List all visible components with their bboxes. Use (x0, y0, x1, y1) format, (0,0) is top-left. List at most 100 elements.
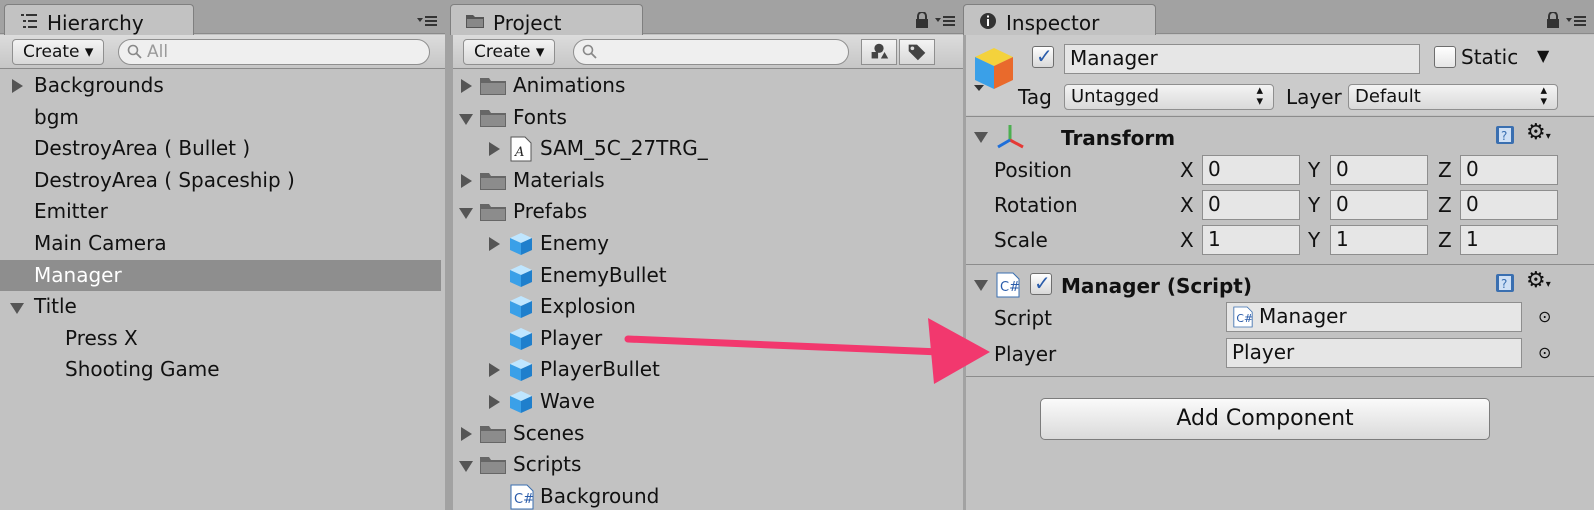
search-by-type-button[interactable] (861, 39, 897, 65)
tag-dropdown[interactable]: Untagged ▴ ▾ (1064, 84, 1274, 110)
hierarchy-item-bgm[interactable]: bgm (0, 102, 445, 134)
position-x-field[interactable]: 0 (1202, 155, 1300, 185)
project-item-animations[interactable]: Animations (453, 70, 963, 102)
rotation-y-field[interactable]: 0 (1330, 190, 1428, 220)
panel-menu-icon[interactable] (1566, 12, 1586, 28)
project-item-label: Fonts (513, 104, 567, 129)
hierarchy-item-destroyarea-bullet[interactable]: DestroyArea ( Bullet ) (0, 133, 445, 165)
object-picker-icon[interactable]: ⊙ (1538, 307, 1551, 326)
project-item-materials[interactable]: Materials (453, 165, 963, 197)
expand-arrow-icon[interactable] (489, 236, 500, 251)
tab-hierarchy[interactable]: Hierarchy (4, 4, 194, 35)
script-object-field[interactable]: C# Manager (1226, 302, 1522, 332)
svg-text:A: A (514, 145, 524, 160)
tag-label: Tag (1018, 85, 1052, 109)
static-checkbox[interactable] (1434, 46, 1456, 68)
rotation-x-field[interactable]: 0 (1202, 190, 1300, 220)
panel-menu-icon[interactable] (417, 12, 437, 28)
project-toolbar: Create ▾ (453, 35, 963, 69)
tab-project[interactable]: Project (450, 4, 643, 35)
layer-dropdown[interactable]: Default ▴ ▾ (1348, 84, 1558, 110)
project-create-button[interactable]: Create ▾ (463, 39, 556, 65)
axis-z-label: Z (1438, 228, 1452, 252)
search-icon (582, 44, 597, 59)
project-item-fonts[interactable]: Fonts (453, 102, 963, 134)
script-enabled-checkbox[interactable]: ✓ (1030, 271, 1052, 295)
project-item-explosion[interactable]: Explosion (453, 291, 963, 323)
expand-arrow-icon[interactable] (461, 79, 472, 93)
project-item-enemybullet[interactable]: EnemyBullet (453, 260, 963, 292)
panel-menu-icon[interactable] (935, 12, 955, 28)
checkmark-icon: ✓ (1036, 44, 1053, 68)
expand-arrow-icon[interactable] (489, 363, 500, 378)
project-item-scenes[interactable]: Scenes (453, 418, 963, 450)
project-item-enemy[interactable]: Enemy (453, 228, 963, 260)
hierarchy-item-backgrounds[interactable]: Backgrounds (0, 70, 445, 102)
hierarchy-item-shooting-game[interactable]: Shooting Game (0, 354, 445, 386)
player-object-field[interactable]: Player (1226, 338, 1522, 368)
rotation-x-value: 0 (1208, 192, 1221, 216)
help-book-icon[interactable]: ? (1494, 124, 1516, 146)
info-icon (980, 13, 996, 29)
axis-x-label: X (1180, 158, 1194, 182)
inspector-tabstrip: Inspector (963, 0, 1594, 35)
project-item-background-script[interactable]: C# Background (453, 481, 963, 510)
collapse-arrow-icon[interactable] (459, 208, 473, 220)
hierarchy-item-manager[interactable]: Manager (0, 259, 441, 292)
gameobject-header: ✓ Manager Static ▼ Tag Untagged ▴ ▾ Layer … (966, 35, 1594, 115)
project-item-font-file[interactable]: A SAM_5C_27TRG_ (453, 133, 963, 165)
project-item-label: Animations (513, 73, 626, 97)
gear-icon[interactable]: ⚙▾ (1526, 268, 1551, 293)
lock-icon[interactable] (1546, 12, 1560, 28)
position-z-value: 0 (1466, 157, 1479, 181)
hierarchy-item-main-camera[interactable]: Main Camera (0, 228, 445, 260)
collapse-arrow-icon[interactable] (10, 303, 24, 315)
folder-icon (480, 425, 506, 443)
hierarchy-create-label: Create (23, 42, 80, 62)
gear-icon[interactable]: ⚙▾ (1526, 120, 1551, 145)
static-dropdown-arrow-icon[interactable]: ▼ (1537, 46, 1549, 65)
help-book-icon[interactable]: ? (1494, 272, 1516, 294)
tab-inspector[interactable]: Inspector (963, 4, 1156, 35)
expand-arrow-icon[interactable] (489, 394, 500, 409)
scale-y-field[interactable]: 1 (1330, 225, 1428, 255)
hierarchy-item-emitter[interactable]: Emitter (0, 196, 445, 228)
scale-z-field[interactable]: 1 (1460, 225, 1558, 255)
scale-x-field[interactable]: 1 (1202, 225, 1300, 255)
object-name-field[interactable]: Manager (1064, 44, 1420, 74)
position-y-field[interactable]: 0 (1330, 155, 1428, 185)
project-item-player[interactable]: Player (453, 323, 963, 355)
object-picker-icon[interactable]: ⊙ (1538, 343, 1551, 362)
collapse-arrow-icon[interactable] (974, 280, 988, 291)
axis-z-label: Z (1438, 158, 1452, 182)
expand-arrow-icon[interactable] (489, 142, 500, 157)
position-x-value: 0 (1208, 157, 1221, 181)
collapse-arrow-icon[interactable] (459, 461, 473, 473)
add-component-button[interactable]: Add Component (1040, 398, 1490, 440)
project-item-label: Scenes (513, 420, 585, 445)
hierarchy-item-press-x[interactable]: Press X (0, 323, 445, 355)
project-item-wave[interactable]: Wave (453, 386, 963, 418)
project-item-label: Prefabs (513, 199, 588, 224)
expand-arrow-icon[interactable] (461, 173, 472, 188)
collapse-arrow-icon[interactable] (974, 132, 988, 143)
project-item-prefabs[interactable]: Prefabs (453, 196, 963, 228)
player-value: Player (1232, 340, 1295, 364)
lock-icon[interactable] (915, 12, 929, 28)
project-item-scripts[interactable]: Scripts (453, 449, 963, 481)
search-by-label-button[interactable] (899, 39, 935, 65)
hierarchy-item-title[interactable]: Title (0, 291, 445, 323)
project-item-playerbullet[interactable]: PlayerBullet (453, 354, 963, 386)
hierarchy-item-destroyarea-spaceship[interactable]: DestroyArea ( Spaceship ) (0, 165, 445, 197)
hierarchy-search-input[interactable]: All (118, 39, 430, 65)
rotation-z-field[interactable]: 0 (1460, 190, 1558, 220)
project-search-input[interactable] (573, 39, 849, 65)
expand-arrow-icon[interactable] (12, 79, 23, 93)
collapse-arrow-icon[interactable] (459, 113, 473, 125)
hierarchy-create-button[interactable]: Create ▾ (12, 39, 105, 65)
active-checkbox[interactable]: ✓ (1032, 44, 1054, 68)
prefab-cube-icon (510, 327, 532, 350)
expand-arrow-icon[interactable] (461, 426, 472, 441)
position-z-field[interactable]: 0 (1460, 155, 1558, 185)
svg-text:C#: C# (1236, 312, 1253, 325)
